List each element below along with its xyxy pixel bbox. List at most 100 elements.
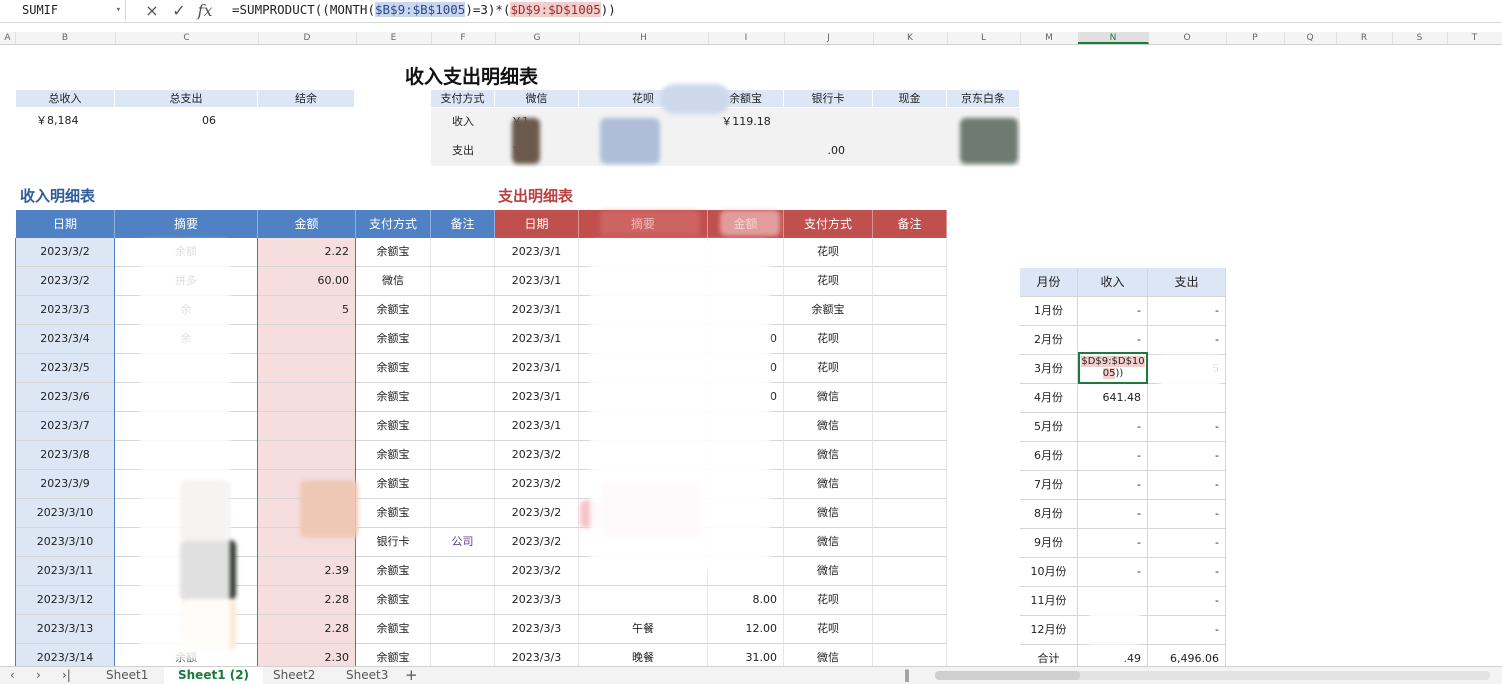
payment-header[interactable]: 支付方式 <box>431 90 495 107</box>
payment-cell[interactable]: .00 <box>784 137 873 166</box>
column-header[interactable]: F <box>431 32 496 44</box>
month-label-cell[interactable]: 1月份 <box>1020 297 1078 326</box>
expense-note-cell[interactable] <box>873 586 947 615</box>
income-header[interactable]: 日期 <box>16 210 115 238</box>
column-header[interactable]: Q <box>1284 32 1337 44</box>
income-date-cell[interactable]: 2023/3/11 <box>16 557 115 586</box>
month-label-cell[interactable]: 3月份 <box>1020 355 1078 384</box>
expense-note-cell[interactable] <box>873 383 947 412</box>
column-header[interactable]: T <box>1447 32 1502 44</box>
column-header[interactable]: E <box>356 32 432 44</box>
scroll-first-icon[interactable]: ‹ <box>10 667 15 684</box>
summary-header[interactable]: 总收入 <box>16 90 115 107</box>
expense-date-cell[interactable]: 2023/3/2 <box>495 528 579 557</box>
month-label-cell[interactable]: 6月份 <box>1020 442 1078 471</box>
income-date-cell[interactable]: 2023/3/10 <box>16 528 115 557</box>
expense-date-cell[interactable]: 2023/3/1 <box>495 267 579 296</box>
income-note-cell[interactable] <box>431 441 495 470</box>
expense-date-cell[interactable]: 2023/3/3 <box>495 586 579 615</box>
payment-cell[interactable] <box>873 137 947 166</box>
month-income-cell[interactable]: - <box>1078 558 1148 587</box>
expense-note-cell[interactable] <box>873 499 947 528</box>
income-header[interactable]: 金额 <box>258 210 356 238</box>
month-label-cell[interactable]: 7月份 <box>1020 471 1078 500</box>
expense-method-cell[interactable]: 余额宝 <box>784 296 873 325</box>
month-expense-cell[interactable]: - <box>1148 529 1226 558</box>
expense-date-cell[interactable]: 2023/3/2 <box>495 499 579 528</box>
sheet-tab[interactable]: Sheet2 <box>273 667 315 684</box>
expense-note-cell[interactable] <box>873 470 947 499</box>
income-date-cell[interactable]: 2023/3/8 <box>16 441 115 470</box>
month-expense-cell[interactable]: - <box>1148 297 1226 326</box>
income-date-cell[interactable]: 2023/3/9 <box>16 470 115 499</box>
income-method-cell[interactable]: 余额宝 <box>356 470 431 499</box>
monthly-header[interactable]: 月份 <box>1020 268 1078 297</box>
expense-method-cell[interactable]: 花呗 <box>784 238 873 267</box>
month-label-cell[interactable]: 12月份 <box>1020 616 1078 645</box>
month-income-cell[interactable]: - <box>1078 297 1148 326</box>
column-header[interactable]: I <box>708 32 785 44</box>
column-header[interactable]: L <box>947 32 1021 44</box>
payment-cell[interactable] <box>873 108 947 137</box>
expense-note-cell[interactable] <box>873 528 947 557</box>
month-income-cell[interactable]: - <box>1078 326 1148 355</box>
income-method-cell[interactable]: 余额宝 <box>356 354 431 383</box>
expense-note-cell[interactable] <box>873 296 947 325</box>
month-income-cell[interactable]: 641.48 <box>1078 384 1148 413</box>
sheet-tab-active[interactable]: Sheet1 (2) <box>164 667 264 684</box>
month-income-cell[interactable]: - <box>1078 529 1148 558</box>
expense-date-cell[interactable]: 2023/3/1 <box>495 354 579 383</box>
expense-desc-cell[interactable]: 午餐 <box>579 615 708 644</box>
scroll-next-icon[interactable]: › <box>36 667 41 684</box>
summary-header[interactable]: 总支出 <box>115 90 258 107</box>
add-sheet-icon[interactable]: + <box>405 667 418 684</box>
income-date-cell[interactable]: 2023/3/2 <box>16 238 115 267</box>
horizontal-scrollbar[interactable] <box>935 671 1490 680</box>
expense-method-cell[interactable]: 微信 <box>784 383 873 412</box>
expense-header[interactable]: 备注 <box>873 210 947 238</box>
expense-date-cell[interactable]: 2023/3/2 <box>495 557 579 586</box>
summary-value[interactable] <box>258 108 355 134</box>
income-date-cell[interactable]: 2023/3/6 <box>16 383 115 412</box>
month-income-cell[interactable]: - <box>1078 500 1148 529</box>
column-header[interactable]: C <box>115 32 259 44</box>
income-note-cell[interactable] <box>431 325 495 354</box>
summary-header[interactable]: 结余 <box>258 90 355 107</box>
monthly-header[interactable]: 收入 <box>1078 268 1148 297</box>
cancel-icon[interactable]: × <box>142 0 162 21</box>
payment-header[interactable]: 微信 <box>495 90 579 107</box>
income-amount-cell[interactable]: 5 <box>258 296 356 325</box>
income-note-cell[interactable] <box>431 267 495 296</box>
expense-method-cell[interactable]: 花呗 <box>784 354 873 383</box>
column-header[interactable]: A <box>0 32 16 44</box>
payment-header[interactable]: 现金 <box>873 90 947 107</box>
payment-row-label[interactable]: 支出 <box>431 137 495 166</box>
month-label-cell[interactable]: 9月份 <box>1020 529 1078 558</box>
expense-date-cell[interactable]: 2023/3/1 <box>495 383 579 412</box>
expense-method-cell[interactable]: 微信 <box>784 499 873 528</box>
expense-header[interactable]: 支付方式 <box>784 210 873 238</box>
income-method-cell[interactable]: 余额宝 <box>356 383 431 412</box>
month-label-cell[interactable]: 5月份 <box>1020 413 1078 442</box>
income-amount-cell[interactable] <box>258 325 356 354</box>
expense-method-cell[interactable]: 花呗 <box>784 586 873 615</box>
income-date-cell[interactable]: 2023/3/2 <box>16 267 115 296</box>
expense-note-cell[interactable] <box>873 412 947 441</box>
scroll-last-icon[interactable]: ›| <box>62 667 71 684</box>
monthly-header[interactable]: 支出 <box>1148 268 1226 297</box>
month-label-cell[interactable]: 2月份 <box>1020 326 1078 355</box>
month-expense-cell[interactable]: - <box>1148 326 1226 355</box>
income-amount-cell[interactable]: 2.28 <box>258 586 356 615</box>
payment-cell[interactable] <box>784 108 873 137</box>
month-label-cell[interactable]: 10月份 <box>1020 558 1078 587</box>
expense-amount-cell[interactable]: 8.00 <box>708 586 784 615</box>
column-header[interactable]: P <box>1226 32 1285 44</box>
income-method-cell[interactable]: 余额宝 <box>356 557 431 586</box>
expense-note-cell[interactable] <box>873 325 947 354</box>
income-date-cell[interactable]: 2023/3/10 <box>16 499 115 528</box>
income-header[interactable]: 备注 <box>431 210 495 238</box>
income-header[interactable]: 摘要 <box>115 210 258 238</box>
income-amount-cell[interactable] <box>258 441 356 470</box>
income-date-cell[interactable]: 2023/3/7 <box>16 412 115 441</box>
column-header[interactable]: D <box>258 32 357 44</box>
